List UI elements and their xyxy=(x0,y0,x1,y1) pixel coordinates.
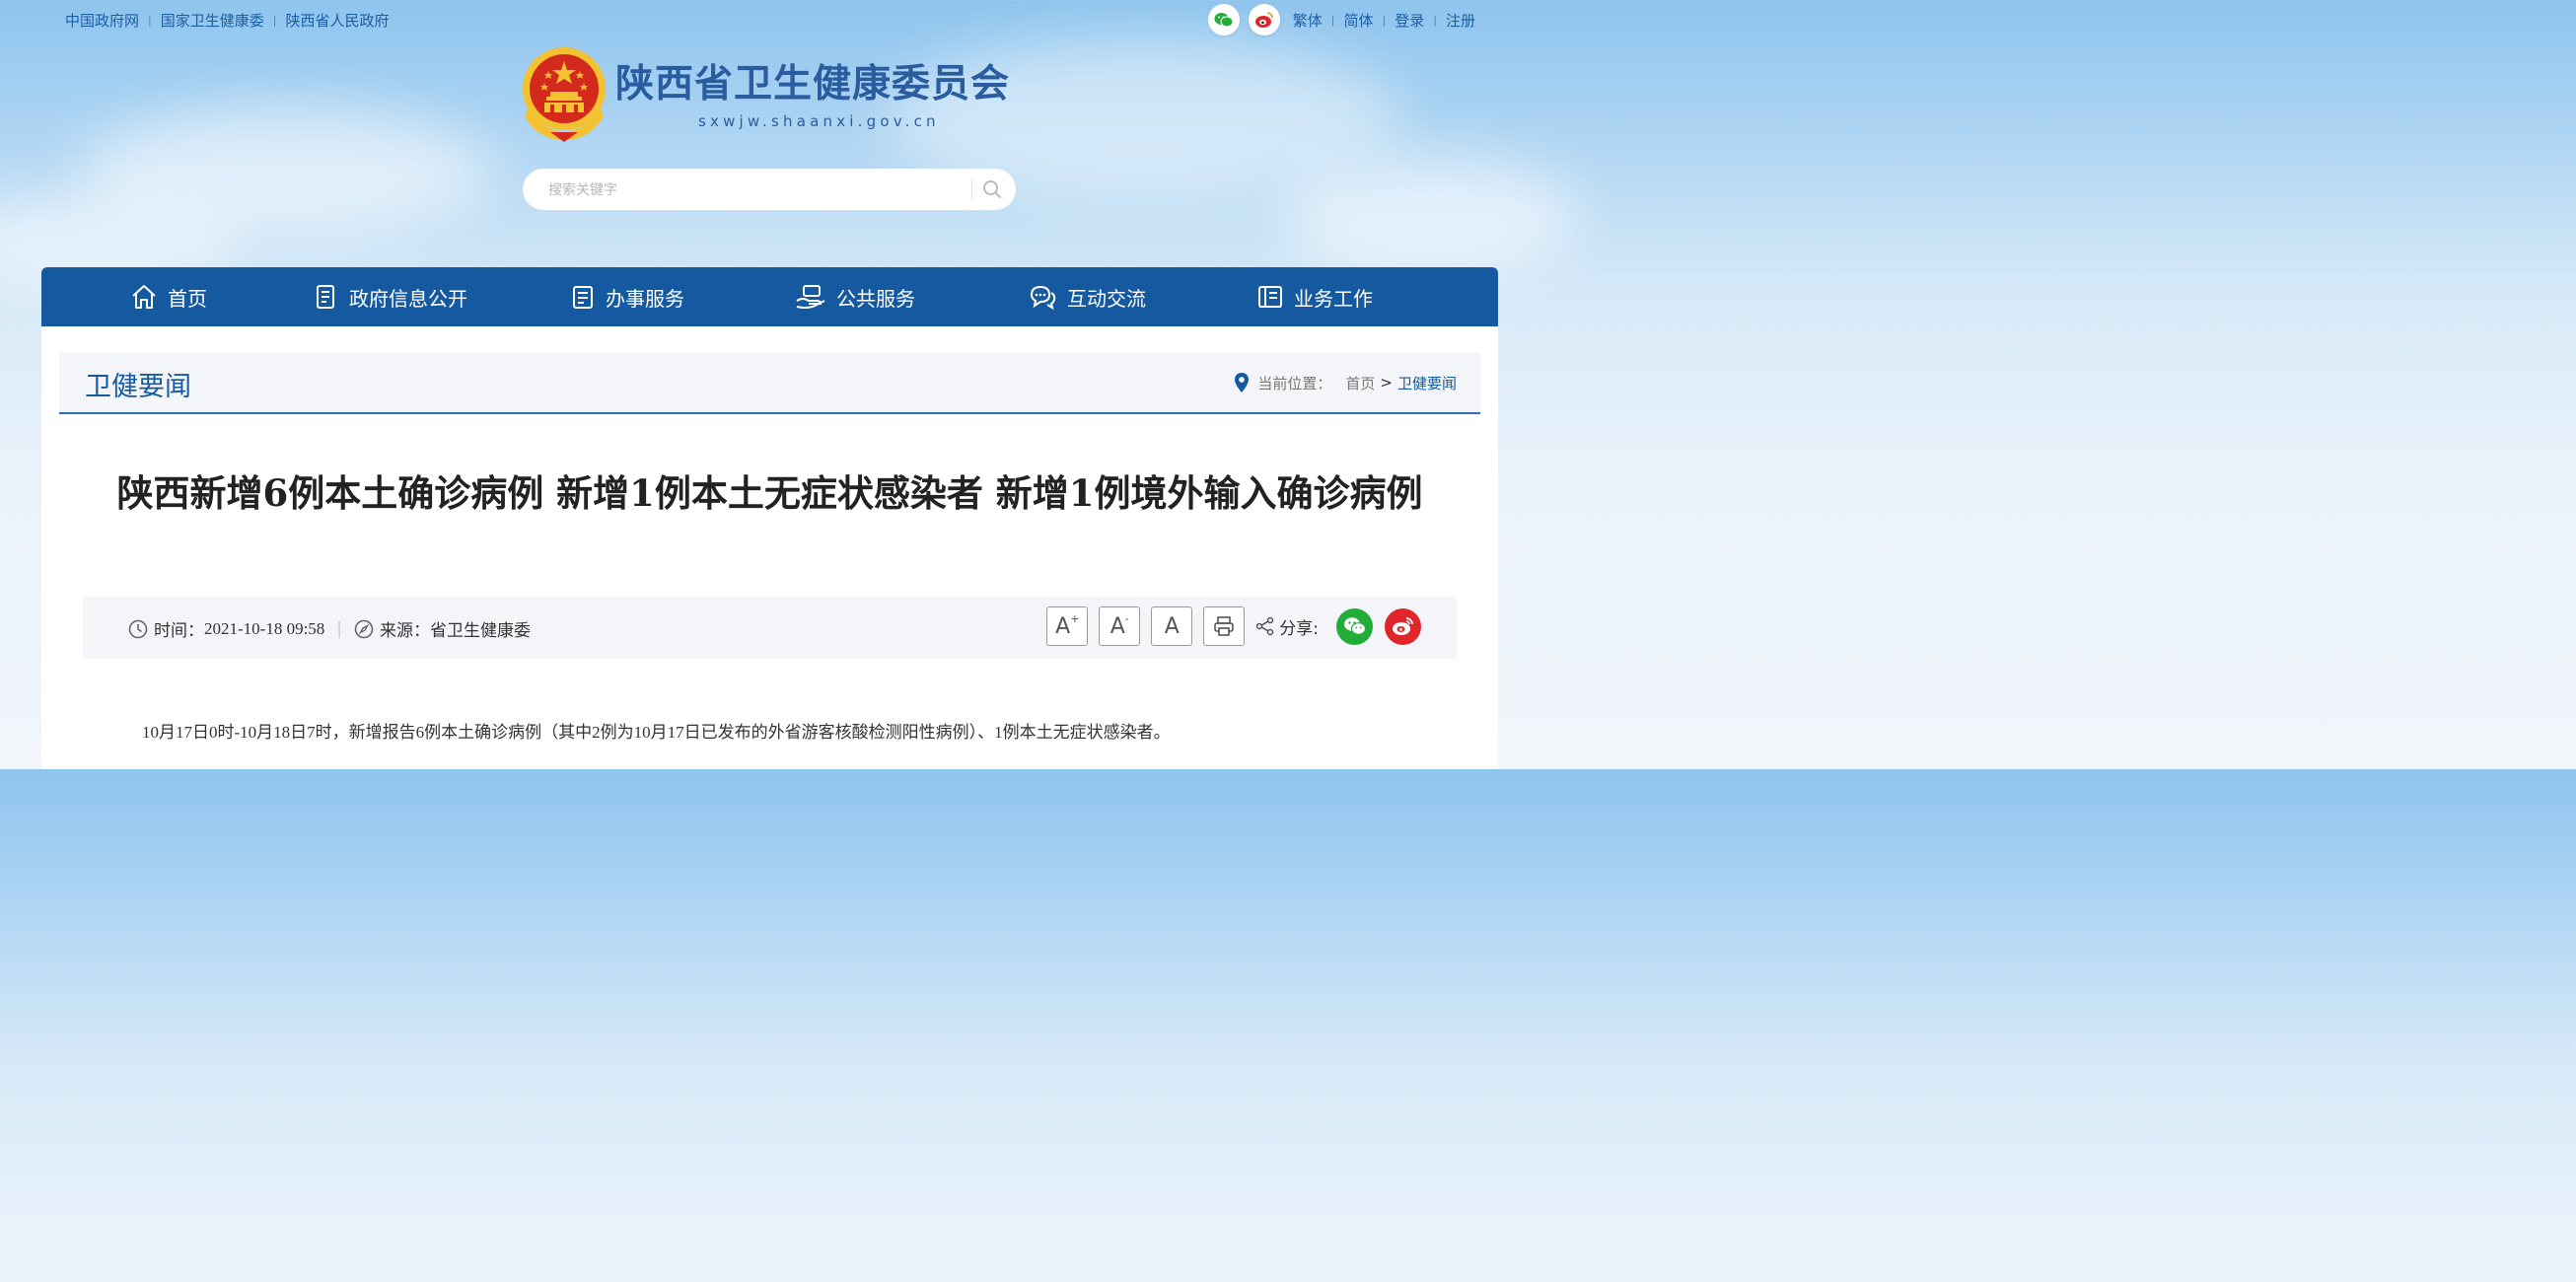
nav-item-public-services[interactable]: 公共服务 xyxy=(795,267,915,326)
clipboard-icon xyxy=(573,286,593,309)
top-right-bar: 繁体 | 简体 | 登录 | 注册 xyxy=(1207,4,1475,36)
font-decrease-button[interactable]: A- xyxy=(1099,606,1141,646)
nav-label: 办事服务 xyxy=(606,286,684,311)
site-logo[interactable]: 陕西省卫生健康委员会 sxwjw.shaanxi.gov.cn xyxy=(521,47,1010,142)
separator: | xyxy=(1433,13,1437,27)
content-panel: 卫健要闻 当前位置： 首页 > 卫健要闻 陕西新增6例本土确诊病例 新增1例本土… xyxy=(41,326,1498,769)
nav-item-business-work[interactable]: 业务工作 xyxy=(1256,267,1373,326)
nav-item-gov-info[interactable]: 政府信息公开 xyxy=(314,267,467,326)
section-title: 卫健要闻 xyxy=(85,372,191,402)
article-tools: A + A- A 分享: xyxy=(1046,606,1421,646)
top-links: 中国政府网 | 国家卫生健康委 | 陕西省人民政府 xyxy=(65,10,389,30)
wechat-icon xyxy=(1343,617,1366,635)
document-icon xyxy=(317,285,334,309)
national-emblem-icon xyxy=(523,47,606,142)
breadcrumb-label: 当前位置： xyxy=(1257,374,1332,392)
hand-service-icon xyxy=(796,285,825,309)
search-bar xyxy=(523,169,1016,212)
compass-icon xyxy=(354,619,374,638)
separator: | xyxy=(336,618,343,639)
weibo-icon xyxy=(1392,617,1413,635)
nav-label: 业务工作 xyxy=(1294,286,1373,311)
time-label: 时间： xyxy=(154,621,204,641)
article-body-paragraph: 10月17日0时-10月18日7时，新增报告6例本土确诊病例（其中2例为10月1… xyxy=(142,723,1171,742)
breadcrumb-separator: > xyxy=(1380,374,1393,392)
location-pin-icon xyxy=(1235,373,1250,392)
search-button[interactable] xyxy=(971,178,1004,201)
main-nav: 首页 政府信息公开 办事服务 公共服务 互动交流 业务工作 xyxy=(41,267,1498,326)
chat-icon xyxy=(1030,285,1056,311)
site-domain: sxwjw.shaanxi.gov.cn xyxy=(698,112,940,130)
article-meta: 时间： 2021-10-18 09:58 | 来源： 省卫生健康委 xyxy=(128,616,531,641)
separator: | xyxy=(272,13,277,27)
weibo-icon[interactable] xyxy=(1248,4,1280,36)
nav-label: 政府信息公开 xyxy=(349,286,467,311)
background-cloud xyxy=(1282,158,1578,276)
link-traditional[interactable]: 繁体 xyxy=(1293,10,1323,31)
nav-label: 互动交流 xyxy=(1067,286,1146,311)
print-icon xyxy=(1214,616,1235,636)
section-header: 卫健要闻 当前位置： 首页 > 卫健要闻 xyxy=(59,353,1480,414)
source-label: 来源： xyxy=(380,621,431,641)
site-title: 陕西省卫生健康委员会 xyxy=(615,61,1011,107)
breadcrumb-current[interactable]: 卫健要闻 xyxy=(1397,373,1457,393)
wechat-icon[interactable] xyxy=(1207,4,1240,36)
nav-label: 首页 xyxy=(168,286,207,311)
source-value: 省卫生健康委 xyxy=(430,621,532,641)
share-weibo-button[interactable] xyxy=(1385,607,1421,645)
clock-icon xyxy=(128,619,148,638)
link-nhc[interactable]: 国家卫生健康委 xyxy=(161,10,264,31)
article-title: 陕西新增6例本土确诊病例 新增1例本土无症状感染者 新增1例境外输入确诊病例 xyxy=(116,471,1423,515)
link-register[interactable]: 注册 xyxy=(1446,10,1475,31)
separator: | xyxy=(1382,13,1387,27)
home-icon xyxy=(132,285,156,309)
breadcrumb: 当前位置： 首页 > 卫健要闻 xyxy=(1234,372,1457,393)
separator: | xyxy=(1330,13,1335,27)
briefcase-icon xyxy=(1258,286,1282,308)
time-value: 2021-10-18 09:58 xyxy=(204,618,325,638)
search-icon xyxy=(983,180,1001,198)
top-right-links: 繁体 | 简体 | 登录 | 注册 xyxy=(1293,10,1475,31)
link-china-gov[interactable]: 中国政府网 xyxy=(65,10,139,31)
font-increase-button[interactable]: A + xyxy=(1046,606,1089,646)
breadcrumb-home[interactable]: 首页 xyxy=(1345,373,1375,393)
share-wechat-button[interactable] xyxy=(1336,607,1373,645)
nav-label: 公共服务 xyxy=(836,286,915,311)
print-button[interactable] xyxy=(1203,606,1246,646)
separator: | xyxy=(148,13,152,27)
link-login[interactable]: 登录 xyxy=(1395,10,1424,31)
font-reset-button[interactable]: A xyxy=(1151,606,1193,646)
nav-item-interaction[interactable]: 互动交流 xyxy=(1028,267,1146,326)
link-simplified[interactable]: 简体 xyxy=(1344,10,1374,31)
nav-item-services[interactable]: 办事服务 xyxy=(570,267,684,326)
nav-item-home[interactable]: 首页 xyxy=(130,267,207,326)
link-shaanxi-gov[interactable]: 陕西省人民政府 xyxy=(285,10,389,31)
article-meta-bar: 时间： 2021-10-18 09:58 | 来源： 省卫生健康委 A + A- … xyxy=(83,597,1457,659)
search-input[interactable] xyxy=(546,169,974,212)
share-label: 分享: xyxy=(1279,618,1319,639)
share-icon xyxy=(1256,616,1274,636)
logo-text: 陕西省卫生健康委员会 sxwjw.shaanxi.gov.cn xyxy=(615,61,1010,130)
